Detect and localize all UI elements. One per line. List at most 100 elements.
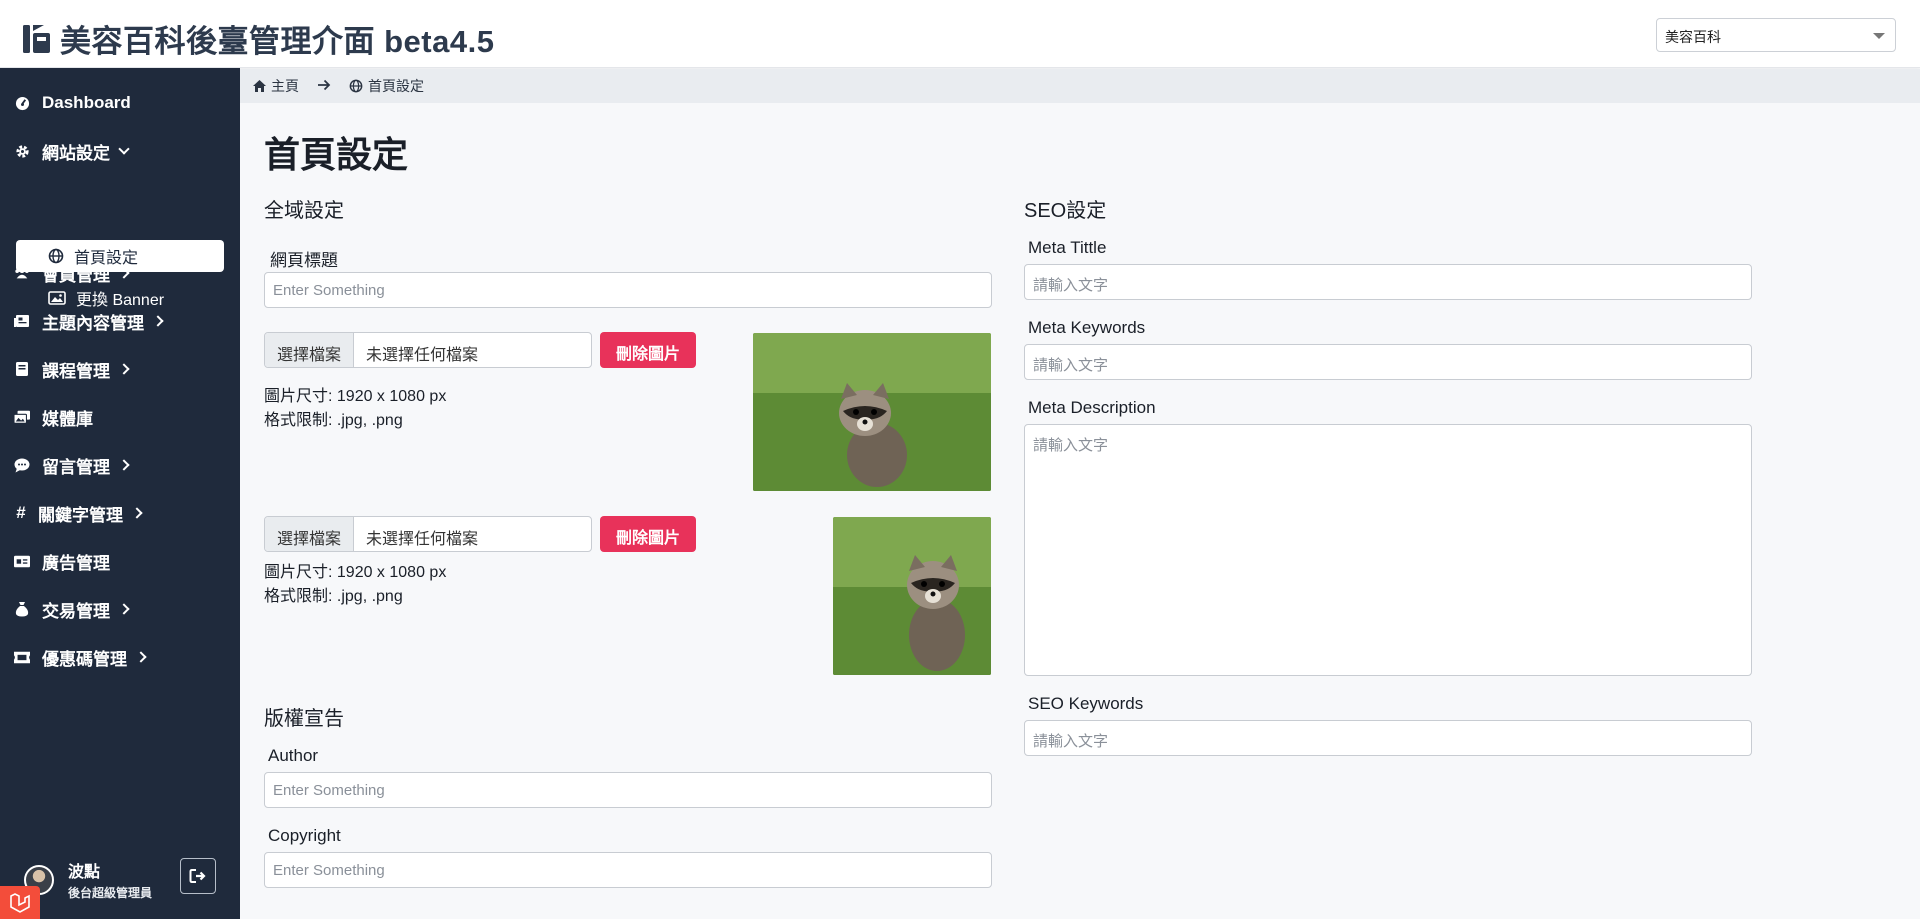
image-hint: 圖片尺寸: 1920 x 1080 px 格式限制: .jpg, .png: [264, 385, 446, 433]
ad-icon: [14, 553, 30, 569]
hashtag-icon: #: [16, 503, 26, 522]
sidebar-item-keywords[interactable]: # 關鍵字管理: [14, 500, 143, 526]
author-label: Author: [268, 746, 319, 765]
comment-icon: [14, 457, 30, 473]
file-input-1[interactable]: 選擇檔案 未選擇任何檔案: [264, 332, 592, 368]
choose-file-button[interactable]: 選擇檔案: [265, 517, 355, 551]
sidebar-item-coupons[interactable]: 優惠碼管理: [14, 644, 147, 670]
breadcrumb-current: 首頁設定: [349, 76, 424, 96]
sidebar-item-comments[interactable]: 留言管理: [14, 452, 130, 478]
file-name: 未選擇任何檔案: [366, 531, 479, 548]
sidebar-item-label: 主題內容管理: [42, 313, 144, 333]
laravel-debug-badge[interactable]: [0, 886, 40, 919]
breadcrumb-home[interactable]: 主頁: [252, 76, 299, 96]
sidebar-item-label: Dashboard: [42, 93, 131, 112]
sidebar-item-courses[interactable]: 課程管理: [14, 356, 130, 382]
app-logo-icon: [22, 23, 52, 55]
file-name: 未選擇任何檔案: [366, 347, 479, 364]
image-preview-2: [833, 517, 991, 675]
images-icon: [14, 409, 30, 425]
sidebar-item-media[interactable]: 媒體庫: [14, 404, 93, 430]
copyright-input[interactable]: Enter Something: [264, 852, 992, 888]
page-title: 首頁設定: [264, 134, 409, 175]
seo-heading: SEO設定: [1024, 200, 1107, 222]
author-input[interactable]: Enter Something: [264, 772, 992, 808]
chevron-right-icon: [118, 459, 130, 471]
breadcrumb-current-label: 首頁設定: [368, 78, 424, 94]
sidebar-item-label: 留言管理: [42, 457, 110, 477]
meta-title-label: Meta Tittle: [1028, 238, 1107, 257]
chevron-down-icon: [118, 143, 130, 155]
sidebar-item-members[interactable]: 會員管理: [14, 260, 130, 286]
sidebar-item-label: 廣告管理: [42, 553, 110, 573]
user-role: 後台超級管理員: [68, 886, 153, 900]
chevron-right-icon: [135, 651, 147, 663]
chevron-right-icon: [118, 603, 130, 615]
global-settings-heading: 全域設定: [264, 200, 344, 222]
seo-keywords-input[interactable]: 請輸入文字: [1024, 720, 1752, 756]
image-format-hint: 格式限制: .jpg, .png: [264, 412, 403, 429]
meta-title-input[interactable]: 請輸入文字: [1024, 264, 1752, 300]
page-title-input[interactable]: Enter Something: [264, 272, 992, 308]
top-header: 美容百科後臺管理介面 beta4.5 美容百科: [0, 0, 1920, 68]
copyright-heading: 版權宣告: [264, 708, 344, 730]
gear-icon: [14, 143, 30, 159]
book-icon: [14, 361, 30, 377]
breadcrumb: 主頁 首頁設定: [240, 69, 1920, 103]
sign-out-icon: [189, 869, 206, 883]
brand[interactable]: 美容百科後臺管理介面 beta4.5: [22, 16, 494, 61]
sidebar-item-transactions[interactable]: 交易管理: [14, 596, 130, 622]
image-size-hint: 圖片尺寸: 1920 x 1080 px: [264, 388, 447, 405]
meta-description-label: Meta Description: [1028, 398, 1156, 417]
choose-file-button[interactable]: 選擇檔案: [265, 333, 355, 367]
gauge-icon: [14, 95, 30, 111]
sidebar-item-label: 優惠碼管理: [42, 649, 127, 669]
site-select-value: 美容百科: [1665, 29, 1721, 45]
newspaper-icon: [14, 313, 30, 329]
sidebar: Dashboard 網站設定 首頁設定 更換 Banner 會員管理 主題內容管…: [0, 68, 240, 919]
home-icon: [252, 79, 267, 94]
sidebar-subitem-label: 更換 Banner: [76, 292, 165, 309]
image-preview-1: [753, 333, 991, 491]
sidebar-item-label: 課程管理: [42, 361, 110, 381]
sidebar-item-label: 網站設定: [42, 143, 110, 163]
users-icon: [14, 265, 30, 281]
logout-button[interactable]: [180, 858, 216, 894]
image-hint: 圖片尺寸: 1920 x 1080 px 格式限制: .jpg, .png: [264, 561, 446, 609]
chevron-right-icon: [131, 507, 143, 519]
arrow-right-icon: [317, 78, 331, 94]
meta-keywords-label: Meta Keywords: [1028, 318, 1146, 337]
user-name: 波點: [68, 864, 101, 881]
sidebar-item-dashboard[interactable]: Dashboard: [14, 90, 131, 116]
sidebar-subitem-banner[interactable]: 更換 Banner: [48, 286, 164, 310]
ticket-icon: [14, 649, 30, 665]
copyright-label: Copyright: [268, 826, 341, 845]
delete-image-button[interactable]: 刪除圖片: [600, 516, 697, 552]
sidebar-item-label: 媒體庫: [42, 409, 93, 429]
sidebar-item-site-settings[interactable]: 網站設定: [14, 138, 130, 164]
meta-description-textarea[interactable]: 請輸入文字: [1024, 424, 1752, 676]
delete-image-button[interactable]: 刪除圖片: [600, 332, 697, 368]
sidebar-item-label: 關鍵字管理: [38, 505, 123, 525]
globe-icon: [349, 79, 364, 94]
chevron-down-icon: [1873, 33, 1885, 39]
sidebar-item-label: 會員管理: [42, 265, 110, 285]
chevron-right-icon: [118, 363, 130, 375]
money-bag-icon: [14, 601, 30, 617]
sidebar-item-label: 交易管理: [42, 601, 110, 621]
file-input-2[interactable]: 選擇檔案 未選擇任何檔案: [264, 516, 592, 552]
user-profile[interactable]: 波點 後台超級管理員: [24, 858, 152, 901]
page-title-label: 網頁標題: [270, 251, 338, 270]
chevron-right-icon: [152, 315, 164, 327]
chevron-right-icon: [118, 267, 130, 279]
app-title: 美容百科後臺管理介面 beta4.5: [60, 24, 495, 59]
site-select[interactable]: 美容百科: [1656, 18, 1896, 52]
meta-keywords-input[interactable]: 請輸入文字: [1024, 344, 1752, 380]
seo-keywords-label: SEO Keywords: [1028, 694, 1144, 713]
sidebar-item-ads[interactable]: 廣告管理: [14, 548, 110, 574]
image-size-hint: 圖片尺寸: 1920 x 1080 px: [264, 564, 447, 581]
breadcrumb-home-label: 主頁: [271, 78, 299, 94]
image-icon: [48, 291, 66, 305]
sidebar-item-content[interactable]: 主題內容管理: [14, 308, 164, 334]
laravel-icon: [10, 892, 30, 913]
